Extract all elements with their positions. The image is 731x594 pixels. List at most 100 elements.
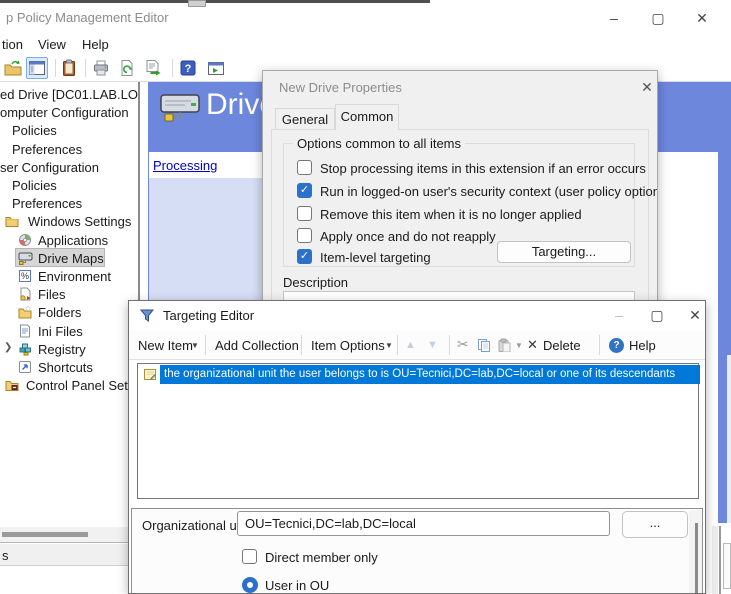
clipboard-icon[interactable] (59, 58, 79, 78)
registry-icon (18, 342, 32, 356)
move-up-icon[interactable]: ▲ (405, 339, 416, 351)
option-label: Item-level targeting (320, 250, 431, 265)
tab-common[interactable]: Common (335, 104, 399, 130)
add-collection-button[interactable]: Add Collection (215, 338, 299, 353)
paste-icon[interactable] (497, 338, 511, 352)
tree-item-omputer-configuration[interactable]: omputer Configuration (0, 104, 138, 122)
menu-item-action[interactable]: tion (2, 37, 23, 52)
group-policy-editor-window: p Policy Management Editor – ▢ ✕ tion Vi… (0, 0, 731, 594)
help-icon[interactable]: ? (178, 58, 198, 78)
tree-item-label: Control Panel Sett (26, 378, 132, 393)
option-checkbox-1[interactable] (297, 183, 312, 198)
tree-item-shortcuts[interactable]: Shortcuts (0, 359, 138, 377)
tree-item-preferences[interactable]: Preferences (0, 195, 138, 213)
selected-targeting-item[interactable]: the organizational unit the user belongs… (160, 365, 700, 384)
tree-item-policies[interactable]: Policies (0, 177, 138, 195)
background-scrollbar-box (723, 543, 731, 589)
tree-item-label: ed Drive [DC01.LAB.LOCA (0, 87, 138, 102)
export-list-icon[interactable] (143, 58, 163, 78)
close-button[interactable]: ✕ (683, 305, 706, 325)
tree-item-registry[interactable]: ❯Registry (0, 341, 138, 359)
ou-value-input[interactable] (237, 511, 610, 536)
tab-general[interactable]: General (275, 108, 335, 130)
item-options-button[interactable]: Item Options (311, 338, 385, 353)
cut-icon[interactable]: ✂ (457, 336, 469, 353)
tree-item-windows-settings[interactable]: Windows Settings (0, 213, 138, 231)
targeting-button[interactable]: Targeting... (497, 241, 631, 263)
open-folder-icon[interactable] (3, 58, 23, 78)
targeting-items-list[interactable]: the organizational unit the user belongs… (137, 363, 699, 499)
help-circle-icon[interactable]: ? (609, 338, 624, 353)
maximize-button[interactable]: ▢ (645, 305, 669, 325)
option-checkbox-2[interactable] (297, 206, 312, 221)
menu-item-view[interactable]: View (38, 37, 66, 52)
ou-item-icon (143, 367, 157, 381)
new-item-button[interactable]: New Item (138, 338, 193, 353)
detail-vscrollbar-thumb[interactable] (695, 523, 698, 594)
tree-item-policies[interactable]: Policies (0, 122, 138, 140)
tree-item-label: Windows Settings (28, 214, 131, 229)
detail-panel: Organizational unit ... Direct member on… (131, 508, 703, 594)
shortcuts-icon (18, 360, 32, 374)
browse-button[interactable]: ... (622, 511, 688, 538)
help-button[interactable]: Help (629, 338, 656, 353)
move-down-icon[interactable]: ▼ (427, 339, 438, 351)
console-tree-icon[interactable] (26, 57, 48, 79)
funnel-icon (139, 308, 155, 324)
tree-item-label: Ini Files (38, 324, 83, 339)
tree-item-folders[interactable]: Folders (0, 304, 138, 322)
printer-icon[interactable] (91, 58, 111, 78)
tree-item-files[interactable]: Files (0, 286, 138, 304)
tree-item-ser-configuration[interactable]: ser Configuration (0, 159, 138, 177)
tree-hscrollbar[interactable] (0, 527, 138, 543)
menu-item-help[interactable]: Help (82, 37, 109, 52)
tree-item-label: ser Configuration (0, 160, 99, 175)
chevron-down-icon[interactable]: ▼ (191, 341, 199, 350)
toolbar-separator (599, 335, 600, 355)
tree-item-ed-drive-dc01-lab-loca[interactable]: ed Drive [DC01.LAB.LOCA (0, 86, 138, 104)
ini-files-icon (18, 324, 32, 338)
svg-text:?: ? (185, 63, 192, 75)
new-window-icon[interactable] (206, 58, 226, 78)
window-top-tab (188, 0, 206, 7)
options-group-label: Options common to all items (293, 136, 465, 151)
drive-maps-header-icon (158, 92, 202, 126)
description-label: Description (283, 275, 348, 290)
files-icon (18, 287, 32, 301)
chevron-down-icon[interactable]: ▼ (515, 341, 523, 350)
dialog-title: New Drive Properties (279, 80, 402, 95)
background-scrollbar-thumb (719, 526, 721, 594)
minimize-button[interactable]: – (602, 8, 626, 28)
tree-item-environment[interactable]: %Environment (0, 268, 138, 286)
detail-vscrollbar[interactable] (689, 510, 702, 594)
direct-member-checkbox[interactable] (242, 549, 257, 564)
tree-item-preferences[interactable]: Preferences (0, 141, 138, 159)
toolbar-separator (85, 59, 86, 77)
copy-icon[interactable] (477, 338, 491, 352)
console-tree-panel: ed Drive [DC01.LAB.LOCA omputer Configura… (0, 82, 138, 527)
delete-button[interactable]: Delete (543, 338, 581, 353)
close-button[interactable]: ✕ (690, 8, 714, 28)
tree-item-label: Folders (38, 305, 81, 320)
chevron-right-icon[interactable]: ❯ (4, 342, 12, 353)
tree-item-ini-files[interactable]: Ini Files (0, 323, 138, 341)
window-title: p Policy Management Editor (6, 10, 169, 25)
minimize-button[interactable]: – (607, 305, 631, 325)
option-checkbox-3[interactable] (297, 228, 312, 243)
tree-item-label: Applications (38, 233, 108, 248)
user-in-ou-radio[interactable] (242, 577, 258, 593)
close-icon[interactable]: ✕ (635, 77, 658, 97)
processing-link[interactable]: Processing (153, 158, 217, 173)
option-checkbox-0[interactable] (297, 160, 312, 175)
tree-hscrollbar-thumb[interactable] (2, 532, 88, 537)
tree-item-drive-maps[interactable]: Drive Maps (0, 250, 138, 268)
tree-item-control-panel-sett[interactable]: Control Panel Sett (0, 377, 138, 395)
tree-item-applications[interactable]: Applications (0, 232, 138, 250)
chevron-down-icon[interactable]: ▼ (385, 341, 393, 350)
option-checkbox-4[interactable] (297, 249, 312, 264)
toolbar-separator (172, 59, 173, 77)
drive-maps-icon (18, 251, 34, 266)
delete-x-icon[interactable]: ✕ (527, 337, 538, 353)
refresh-icon[interactable] (117, 58, 137, 78)
maximize-button[interactable]: ▢ (646, 8, 670, 28)
